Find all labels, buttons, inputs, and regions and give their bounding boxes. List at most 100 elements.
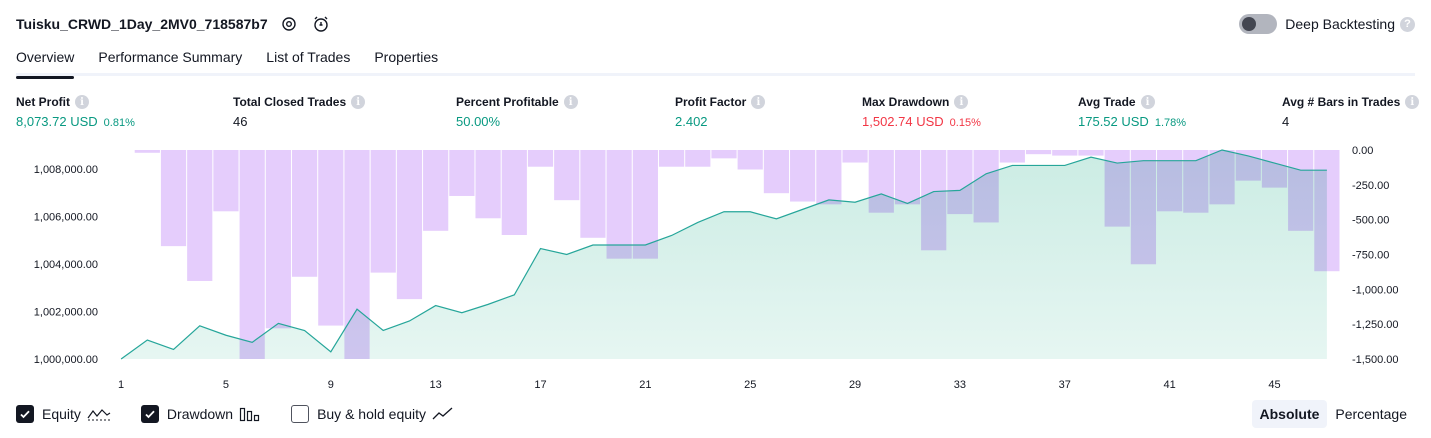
info-icon[interactable]: i (954, 95, 969, 109)
metric-percent-profitable: Percent Profitable i 50.00% (456, 94, 578, 129)
drawdown-bar (1157, 150, 1183, 212)
left-axis-tick: 1,008,000.00 (34, 164, 98, 176)
add-alert-clock-icon[interactable] (310, 13, 332, 35)
left-axis-tick: 1,000,000.00 (34, 354, 98, 366)
drawdown-bar (658, 150, 685, 167)
right-axis-tick: -500.00 (1352, 215, 1389, 227)
metric-percent: 0.15% (949, 117, 981, 129)
drawdown-bar (1261, 150, 1288, 188)
info-icon[interactable]: i (751, 95, 766, 109)
x-axis-tick: 5 (223, 379, 229, 391)
metric-label: Percent Profitable (456, 95, 559, 109)
drawdown-bar (239, 150, 265, 359)
equity-toggle[interactable]: Equity (16, 405, 111, 423)
percentage-button[interactable]: Percentage (1327, 400, 1415, 428)
x-axis-tick: 25 (744, 379, 756, 391)
view-mode-switch: Absolute Percentage (1251, 400, 1416, 428)
info-icon[interactable]: i (351, 95, 366, 109)
buy-hold-checkbox[interactable] (291, 405, 310, 423)
deep-backtesting-control: Deep Backtesting ? (1239, 12, 1415, 36)
metric-max-drawdown: Max Drawdown i 1,502.74 USD 0.15% (862, 94, 981, 129)
drawdown-bar (1209, 150, 1235, 205)
drawdown-bar (894, 150, 921, 205)
metric-value: 46 (233, 114, 248, 129)
chart-legend: Equity Drawdown Buy & hold equity (16, 403, 484, 425)
drawdown-bars-icon (239, 406, 261, 422)
drawdown-bar (344, 150, 370, 359)
drawdown-bar (790, 150, 816, 202)
metric-net-profit: Net Profit i 8,073.72 USD 0.81% (16, 94, 135, 129)
drawdown-bar (711, 150, 737, 159)
equity-checkbox[interactable] (16, 405, 34, 423)
drawdown-bar (1078, 150, 1104, 156)
x-axis-tick: 41 (1163, 379, 1175, 391)
metric-value: 50.00% (456, 114, 501, 129)
metric-label: Avg # Bars in Trades (1282, 95, 1401, 109)
absolute-button[interactable]: Absolute (1251, 400, 1328, 428)
metric-value: 8,073.72 USD (16, 114, 98, 129)
buy-hold-label: Buy & hold equity (317, 406, 427, 422)
x-axis-tick: 13 (430, 379, 442, 391)
drawdown-bar (134, 150, 160, 153)
drawdown-bar (842, 150, 868, 163)
metric-value: 4 (1282, 114, 1290, 129)
right-axis-tick: -1,500.00 (1352, 354, 1398, 366)
x-axis-tick: 29 (849, 379, 861, 391)
info-icon[interactable]: i (1405, 95, 1420, 109)
strategy-header: Tuisku_CRWD_1Day_2MV0_718587b7 (16, 12, 332, 36)
tab-overview[interactable]: Overview (16, 44, 75, 79)
drawdown-bar (973, 150, 999, 223)
drawdown-bar (449, 150, 475, 196)
drawdown-label: Drawdown (166, 406, 234, 422)
drawdown-bar (1052, 150, 1078, 156)
x-axis-tick: 17 (534, 379, 546, 391)
metric-percent: 1.78% (1154, 117, 1187, 129)
x-axis-tick: 45 (1268, 379, 1280, 391)
x-axis-tick: 21 (639, 379, 651, 391)
x-axis-tick: 1 (118, 379, 124, 391)
buy-hold-line-icon (432, 406, 454, 422)
metric-profit-factor: Profit Factor i 2.402 (675, 94, 766, 129)
drawdown-bar (423, 150, 449, 231)
report-tabs: Overview Performance Summary List of Tra… (16, 44, 1415, 79)
metric-label: Total Closed Trades (233, 95, 347, 109)
drawdown-bar (999, 150, 1025, 163)
buy-hold-toggle[interactable]: Buy & hold equity (291, 405, 454, 423)
equity-line-icon (87, 406, 111, 422)
drawdown-bar (291, 150, 318, 277)
drawdown-bar (501, 150, 527, 235)
drawdown-bar (816, 150, 842, 205)
info-icon[interactable]: i (1140, 95, 1155, 109)
equity-drawdown-chart[interactable]: 1,008,000.00 1,006,000.00 1,004,000.00 1,00… (0, 140, 1431, 395)
right-axis-tick: -250.00 (1352, 180, 1389, 192)
tab-performance-summary[interactable]: Performance Summary (98, 44, 242, 76)
drawdown-bar (947, 150, 973, 215)
drawdown-bar (265, 150, 291, 329)
drawdown-bar (1183, 150, 1209, 213)
tab-list-of-trades[interactable]: List of Trades (266, 44, 350, 76)
left-axis-tick: 1,006,000.00 (34, 212, 98, 224)
metric-label: Net Profit (16, 95, 70, 109)
deep-backtesting-label: Deep Backtesting (1285, 16, 1395, 32)
settings-gear-icon[interactable] (278, 13, 300, 35)
drawdown-bar (187, 150, 213, 281)
info-icon[interactable]: i (563, 95, 578, 109)
info-icon[interactable]: i (75, 95, 89, 109)
drawdown-toggle[interactable]: Drawdown (140, 405, 261, 423)
metric-label: Max Drawdown (862, 95, 950, 109)
drawdown-bar (475, 150, 501, 219)
tab-properties[interactable]: Properties (374, 44, 438, 76)
drawdown-bar (685, 150, 711, 167)
left-axis-tick: 1,002,000.00 (34, 307, 98, 319)
drawdown-bar (1025, 150, 1052, 155)
x-axis-tick: 37 (1059, 379, 1071, 391)
drawdown-bar (370, 150, 396, 273)
metric-total-closed-trades: Total Closed Trades i 46 (233, 94, 366, 129)
drawdown-checkbox[interactable] (140, 405, 159, 423)
drawdown-bar (213, 150, 239, 212)
help-question-icon[interactable]: ? (1400, 16, 1415, 32)
right-axis-tick: 0.00 (1352, 145, 1373, 157)
deep-backtesting-toggle[interactable] (1239, 14, 1278, 34)
metric-label: Profit Factor (675, 95, 747, 109)
drawdown-bar (580, 150, 606, 238)
